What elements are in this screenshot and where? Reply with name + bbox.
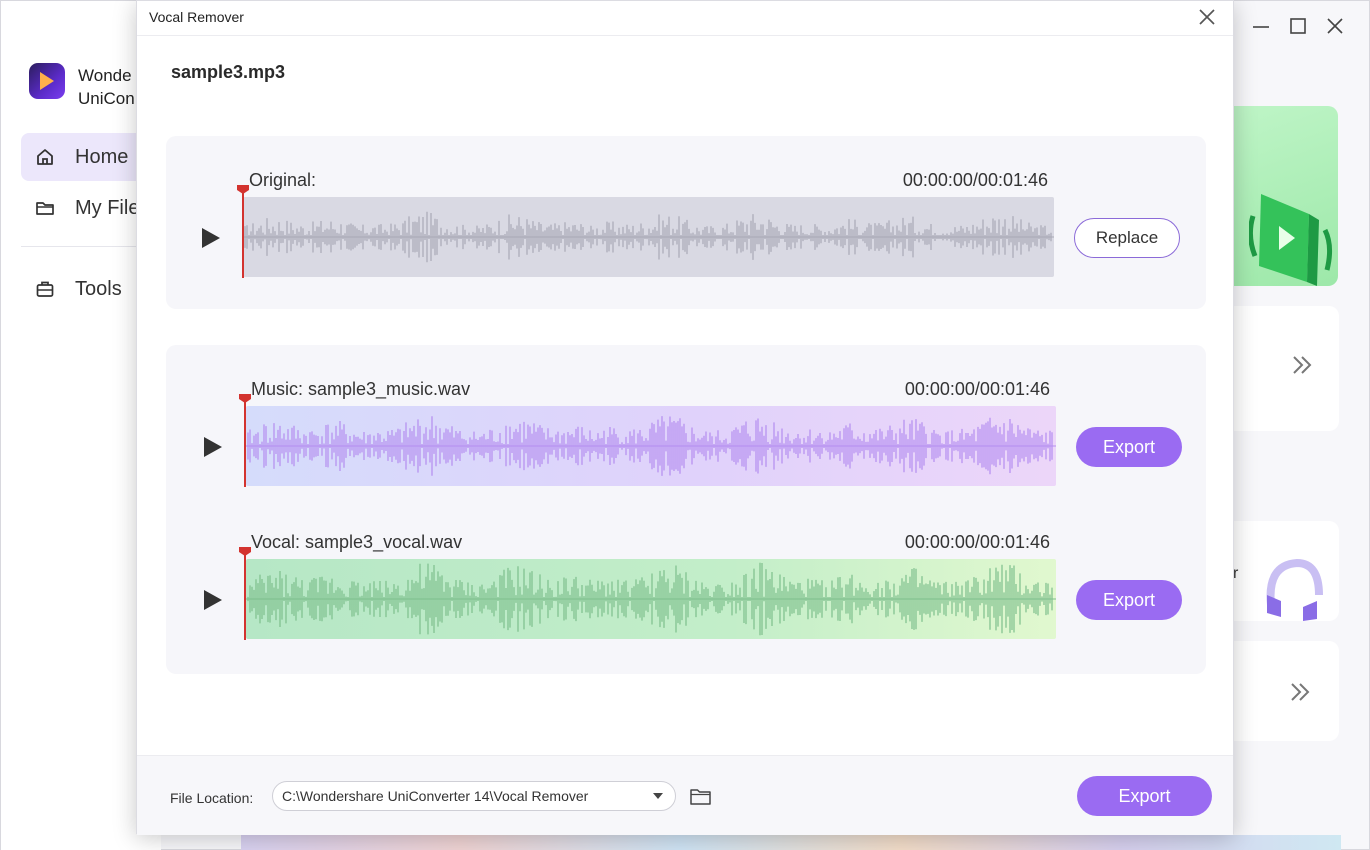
- sidebar-item-tools[interactable]: Tools: [21, 265, 151, 313]
- music-time: 00:00:00/00:01:46: [904, 379, 1050, 399]
- vocal-play-icon[interactable]: [204, 590, 222, 610]
- music-play-icon[interactable]: [204, 437, 222, 457]
- dialog-title: Vocal Remover: [149, 9, 244, 25]
- feature-card-2[interactable]: r: [1221, 521, 1339, 621]
- music-playhead[interactable]: [244, 394, 246, 487]
- thumbnail-strip: [241, 835, 1341, 850]
- original-play-icon[interactable]: [202, 228, 220, 248]
- vocal-label: Vocal: sample3_vocal.wav: [251, 532, 463, 552]
- app-logo: [29, 63, 65, 99]
- file-location-label: File Location:: [170, 790, 254, 806]
- sidebar-divider: [21, 246, 151, 247]
- music-label: Music: sample3_music.wav: [251, 379, 471, 399]
- music-note-illustration-icon: [1249, 194, 1333, 286]
- headphones-illustration-icon: [1266, 558, 1323, 621]
- home-icon: [35, 147, 55, 167]
- sidebar-item-home-label: Home: [75, 145, 129, 168]
- vocal-playhead[interactable]: [244, 547, 246, 640]
- chevron-down-icon: [653, 793, 663, 799]
- sidebar-item-home[interactable]: Home: [21, 133, 151, 181]
- music-waveform-graph: [246, 416, 1056, 476]
- original-label: Original:: [249, 170, 317, 190]
- replace-button[interactable]: Replace: [1074, 218, 1180, 258]
- feature-card-1[interactable]: [1221, 306, 1339, 431]
- title-divider: [137, 35, 1233, 36]
- vocal-remover-dialog: Vocal Remover sample3.mp3 Original: 00:0…: [136, 0, 1234, 835]
- sidebar-item-tools-label: Tools: [75, 277, 122, 300]
- export-vocal-button[interactable]: Export: [1076, 580, 1182, 620]
- sidebar-item-my-file[interactable]: My File: [21, 184, 151, 232]
- file-name: sample3.mp3: [171, 62, 286, 82]
- toolbox-icon: [35, 279, 55, 299]
- music-waveform[interactable]: [246, 406, 1056, 486]
- original-playhead[interactable]: [242, 185, 244, 278]
- vocal-waveform-graph: [246, 562, 1056, 636]
- minimize-icon[interactable]: [1250, 15, 1272, 37]
- app-brand: Wonde UniCon: [78, 64, 135, 110]
- original-waveform[interactable]: [243, 197, 1054, 277]
- file-location-select[interactable]: C:\Wondershare UniConverter 14\Vocal Rem…: [272, 781, 676, 811]
- close-app-icon[interactable]: [1324, 15, 1346, 37]
- feature-card-3[interactable]: [1221, 641, 1339, 741]
- close-icon[interactable]: [1195, 5, 1219, 29]
- chevron-right-double-icon: [1291, 352, 1313, 384]
- open-folder-icon[interactable]: [690, 788, 711, 805]
- chevron-right-double-icon: [1289, 679, 1311, 711]
- export-all-button[interactable]: Export: [1077, 776, 1212, 816]
- export-music-button[interactable]: Export: [1076, 427, 1182, 467]
- brand-line-1: Wonde: [78, 66, 132, 85]
- vocal-time: 00:00:00/00:01:46: [904, 532, 1050, 552]
- folder-icon: [35, 198, 55, 218]
- file-location-value: C:\Wondershare UniConverter 14\Vocal Rem…: [282, 788, 589, 804]
- vocal-waveform[interactable]: [246, 559, 1056, 639]
- feature-card-green[interactable]: [1221, 106, 1338, 286]
- sidebar-item-my-file-label: My File: [75, 196, 140, 219]
- original-time: 00:00:00/00:01:46: [902, 170, 1048, 190]
- brand-line-2: UniCon: [78, 89, 135, 108]
- original-waveform-graph: [243, 211, 1054, 263]
- maximize-icon[interactable]: [1287, 15, 1309, 37]
